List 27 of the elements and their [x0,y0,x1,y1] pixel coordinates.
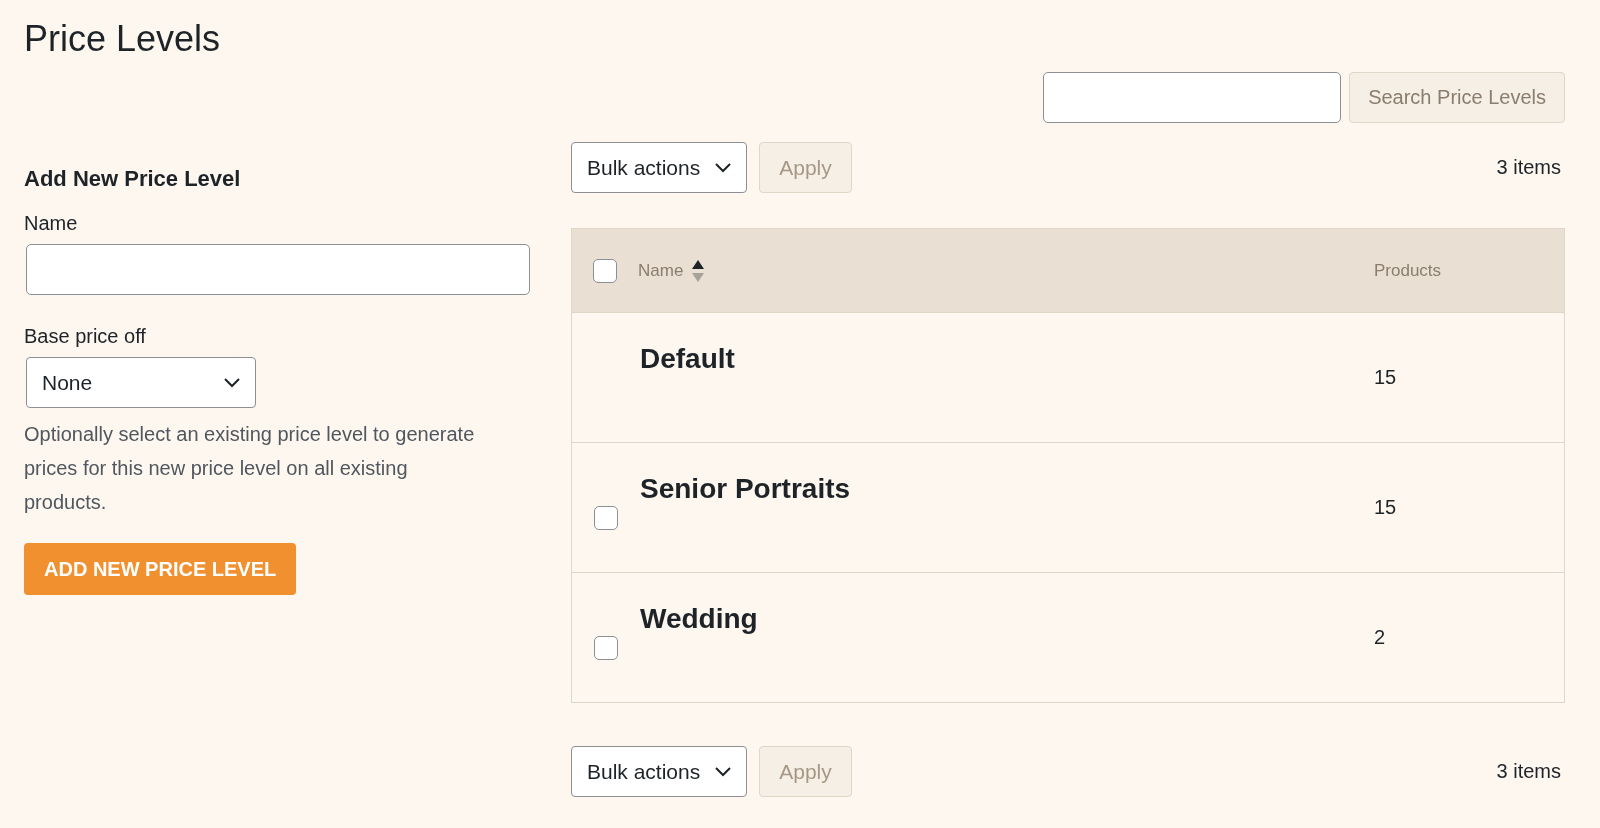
checkbox[interactable] [593,258,617,283]
search-field[interactable] [1043,72,1342,123]
column-header: Products [1374,260,1443,281]
checkbox[interactable] [594,636,618,660]
products-count: 2 [1374,626,1387,649]
item-count: 3 items [1496,156,1561,179]
name-input-field[interactable] [26,244,530,295]
price-level-name[interactable]: Default [640,313,1374,442]
bulk-actions-dropdown[interactable]: Bulk actions [571,142,748,193]
chevron-down-icon [223,377,241,388]
page-title: Price Levels [24,18,222,61]
sort-icon[interactable] [691,258,706,283]
bulk-actions-dropdown[interactable]: Bulk actions [571,746,748,797]
chevron-down-icon [714,162,733,173]
products-count: 15 [1374,366,1398,389]
base-price-dropdown[interactable]: None [26,357,256,408]
products-count: 15 [1374,496,1398,519]
base-price-label: Base price off [24,325,147,348]
price-level-name[interactable]: Wedding [640,573,1374,702]
checkbox[interactable] [594,506,618,530]
item-count: 3 items [1496,760,1561,783]
help-text: Optionally select an existing price level to generate prices for this new price level on all existing products. [24,422,476,515]
form-heading: Add New Price Level [24,166,242,192]
search-button[interactable]: Search Price Levels [1349,72,1565,123]
price-level-name[interactable]: Senior Portraits [640,443,1374,572]
chevron-down-icon [714,766,733,777]
name-label: Name [24,212,79,235]
